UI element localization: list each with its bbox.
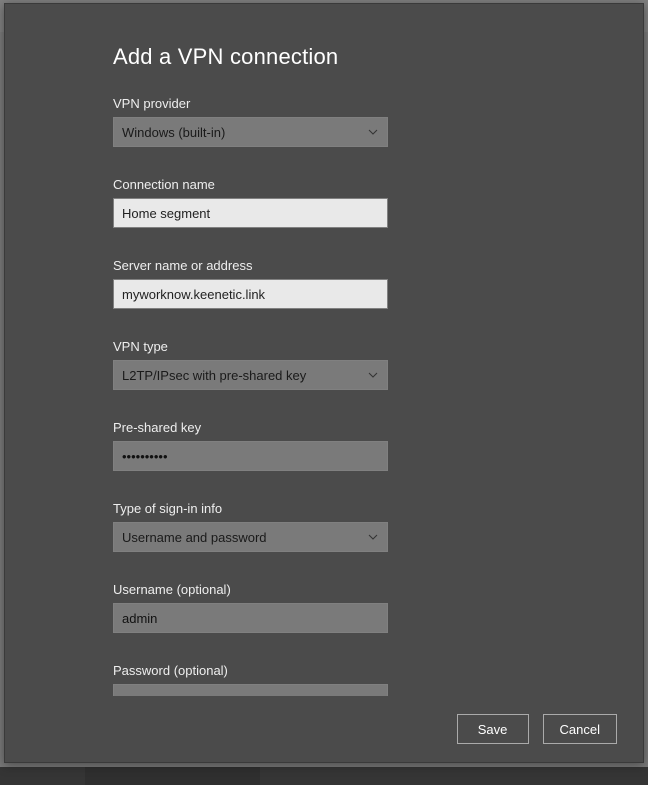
vpn-provider-label: VPN provider [113,96,543,111]
preshared-key-value: •••••••••• [122,449,168,464]
password-label: Password (optional) [113,663,543,678]
vpn-type-value: L2TP/IPsec with pre-shared key [122,368,306,383]
chevron-down-icon [367,369,379,381]
username-value: admin [122,611,157,626]
signin-type-label: Type of sign-in info [113,501,543,516]
field-signin-type: Type of sign-in info Username and passwo… [113,501,543,552]
vpn-type-label: VPN type [113,339,543,354]
server-address-input[interactable]: myworknow.keenetic.link [113,279,388,309]
modal-footer: Save Cancel [5,714,643,744]
signin-type-value: Username and password [122,530,267,545]
username-input[interactable]: admin [113,603,388,633]
field-username: Username (optional) admin [113,582,543,633]
field-preshared-key: Pre-shared key •••••••••• [113,420,543,471]
connection-name-input[interactable]: Home segment [113,198,388,228]
modal-title: Add a VPN connection [113,44,543,70]
field-vpn-provider: VPN provider Windows (built-in) [113,96,543,147]
field-vpn-type: VPN type L2TP/IPsec with pre-shared key [113,339,543,390]
field-password: Password (optional) ••••••••••••••• [113,663,543,696]
connection-name-label: Connection name [113,177,543,192]
field-server-address: Server name or address myworknow.keeneti… [113,258,543,309]
vpn-provider-select[interactable]: Windows (built-in) [113,117,388,147]
password-input[interactable]: ••••••••••••••• [113,684,388,696]
username-label: Username (optional) [113,582,543,597]
password-value: ••••••••••••••• [122,692,190,697]
server-address-value: myworknow.keenetic.link [122,287,265,302]
cancel-button[interactable]: Cancel [543,714,617,744]
server-address-label: Server name or address [113,258,543,273]
preshared-key-label: Pre-shared key [113,420,543,435]
save-button[interactable]: Save [457,714,529,744]
vpn-type-select[interactable]: L2TP/IPsec with pre-shared key [113,360,388,390]
chevron-down-icon [367,126,379,138]
chevron-down-icon [367,531,379,543]
connection-name-value: Home segment [122,206,210,221]
field-connection-name: Connection name Home segment [113,177,543,228]
vpn-provider-value: Windows (built-in) [122,125,225,140]
signin-type-select[interactable]: Username and password [113,522,388,552]
preshared-key-input[interactable]: •••••••••• [113,441,388,471]
add-vpn-modal: Add a VPN connection VPN provider Window… [4,3,644,763]
